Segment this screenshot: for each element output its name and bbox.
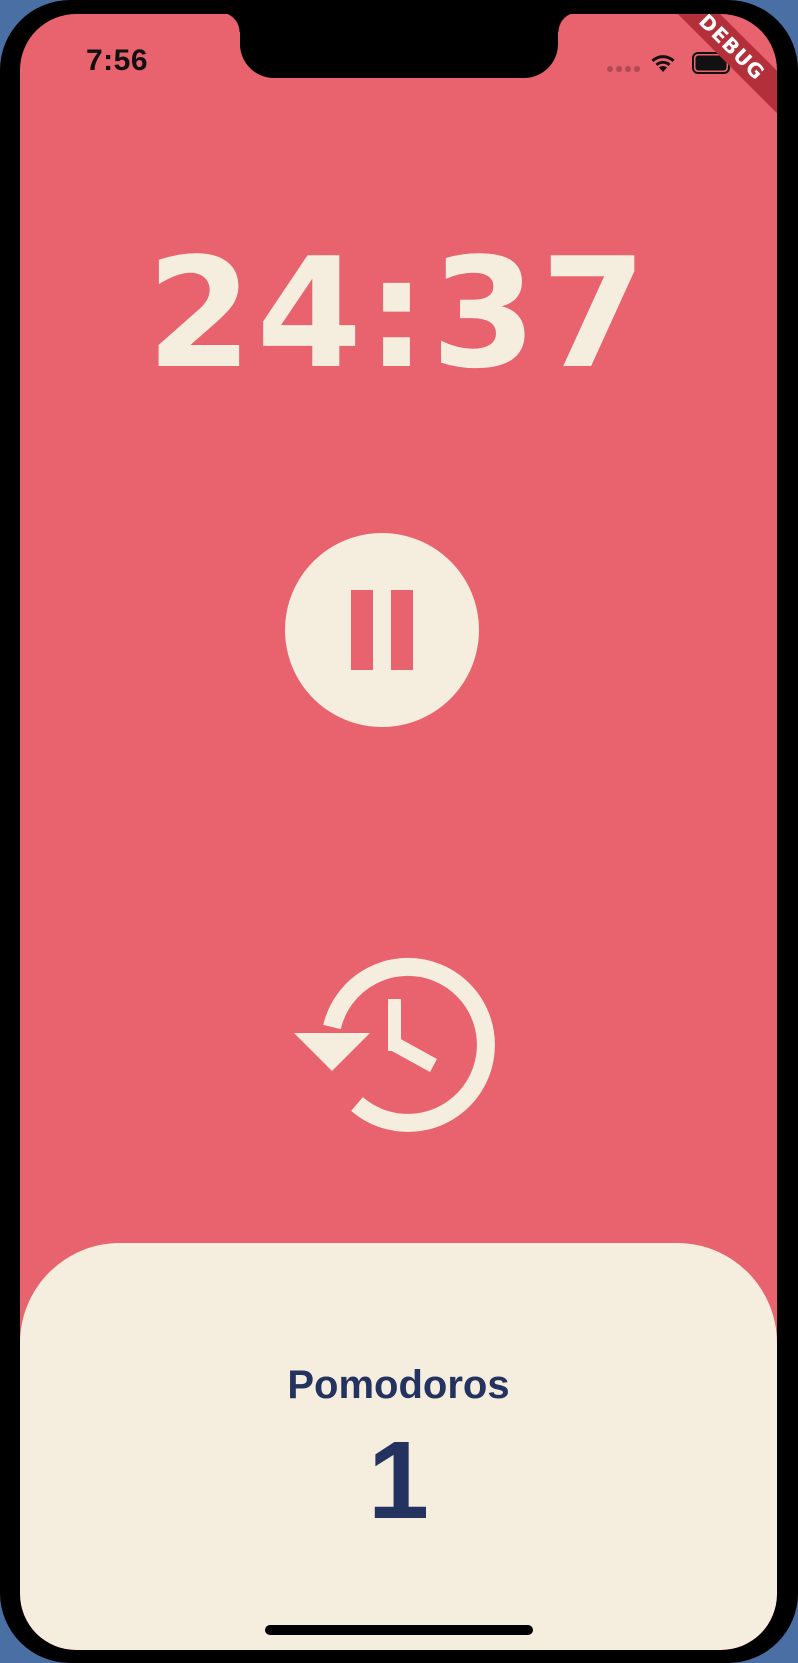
- device-notch: [220, 14, 578, 78]
- history-icon: [294, 957, 495, 1132]
- wifi-icon: [651, 55, 675, 72]
- reset-button[interactable]: [289, 949, 499, 1139]
- stats-panel: Pomodoros 1: [20, 1243, 777, 1650]
- home-indicator[interactable]: [265, 1625, 533, 1635]
- pause-button[interactable]: [285, 533, 479, 727]
- pomodoros-count: 1: [367, 1419, 430, 1542]
- device-frame: 7:56 DEBUG 24:37 Pomodoros 1: [0, 0, 798, 1663]
- app-screen: 7:56 DEBUG 24:37 Pomodoros 1: [20, 14, 777, 1650]
- cellular-signal-icon: [607, 66, 640, 72]
- pomodoros-label: Pomodoros: [287, 1363, 510, 1407]
- status-bar-time: 7:56: [86, 44, 149, 77]
- timer-display: 24:37: [146, 225, 651, 402]
